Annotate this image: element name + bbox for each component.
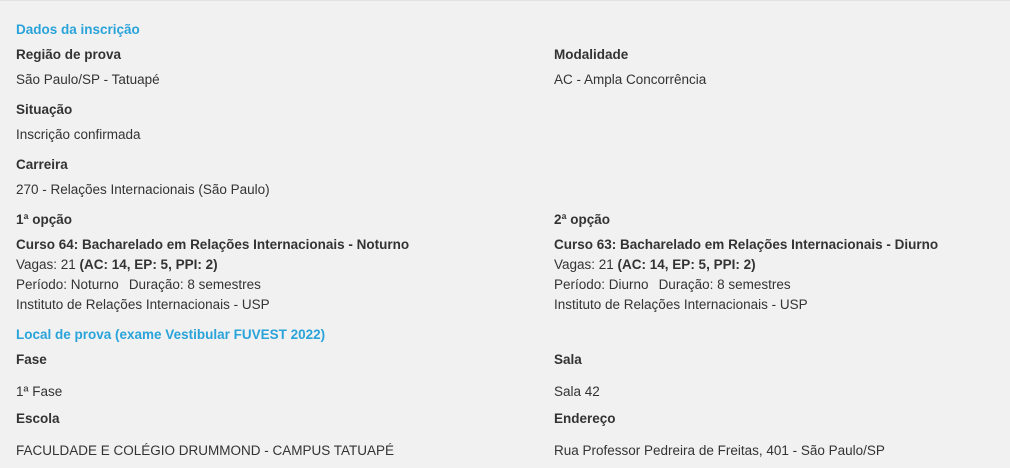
fase-label: Fase [16, 352, 47, 367]
sala-label: Sala [554, 352, 582, 367]
section-title-local: Local de prova (exame Vestibular FUVEST … [16, 327, 326, 342]
opcao-1-label: 1ª opção [16, 212, 73, 227]
opcao-1-duracao: Duração: 8 semestres [128, 277, 261, 292]
escola-label: Escola [16, 411, 60, 426]
opcao-2-label: 2ª opção [554, 212, 611, 227]
opcao-1-instituto: Instituto de Relações Internacionais - U… [16, 297, 270, 312]
opcao-1-curso: Curso 64: Bacharelado em Relações Intern… [16, 237, 410, 252]
modalidade-value: AC - Ampla Concorrência [554, 72, 707, 87]
opcao-1-vagas-prefix: Vagas: 21 [16, 257, 80, 272]
opcao-2-curso: Curso 63: Bacharelado em Relações Intern… [554, 237, 939, 252]
opcao-2-periodo-duracao: Período: Diurno Duração: 8 semestres [554, 276, 791, 294]
situacao-label: Situação [16, 102, 73, 117]
opcao-1-periodo: Período: Noturno [16, 277, 119, 292]
fase-value: 1ª Fase [16, 384, 63, 399]
opcao-2-duracao: Duração: 8 semestres [658, 277, 791, 292]
opcao-1-periodo-duracao: Período: Noturno Duração: 8 semestres [16, 276, 261, 294]
endereco-label: Endereço [554, 411, 616, 426]
carreira-label: Carreira [16, 157, 68, 172]
inscription-details-panel: Dados da inscrição Região de prova São P… [0, 0, 1010, 468]
escola-value: FACULDADE E COLÉGIO DRUMMOND - CAMPUS TA… [16, 443, 395, 458]
opcao-2-vagas-prefix: Vagas: 21 [554, 257, 618, 272]
opcao-1-vagas: Vagas: 21 (AC: 14, EP: 5, PPI: 2) [16, 256, 218, 274]
opcao-2-vagas-detail: (AC: 14, EP: 5, PPI: 2) [617, 257, 756, 272]
opcao-2-periodo: Período: Diurno [554, 277, 649, 292]
sala-value: Sala 42 [554, 384, 600, 399]
carreira-value: 270 - Relações Internacionais (São Paulo… [16, 182, 270, 197]
regiao-label: Região de prova [16, 47, 122, 62]
section-title-inscricao: Dados da inscrição [16, 22, 140, 37]
endereco-value: Rua Professor Pedreira de Freitas, 401 -… [554, 443, 885, 458]
opcao-1-vagas-detail: (AC: 14, EP: 5, PPI: 2) [79, 257, 218, 272]
situacao-value: Inscrição confirmada [16, 127, 141, 142]
opcao-2-vagas: Vagas: 21 (AC: 14, EP: 5, PPI: 2) [554, 256, 756, 274]
modalidade-label: Modalidade [554, 47, 629, 62]
regiao-value: São Paulo/SP - Tatuapé [16, 72, 160, 87]
opcao-2-instituto: Instituto de Relações Internacionais - U… [554, 297, 808, 312]
